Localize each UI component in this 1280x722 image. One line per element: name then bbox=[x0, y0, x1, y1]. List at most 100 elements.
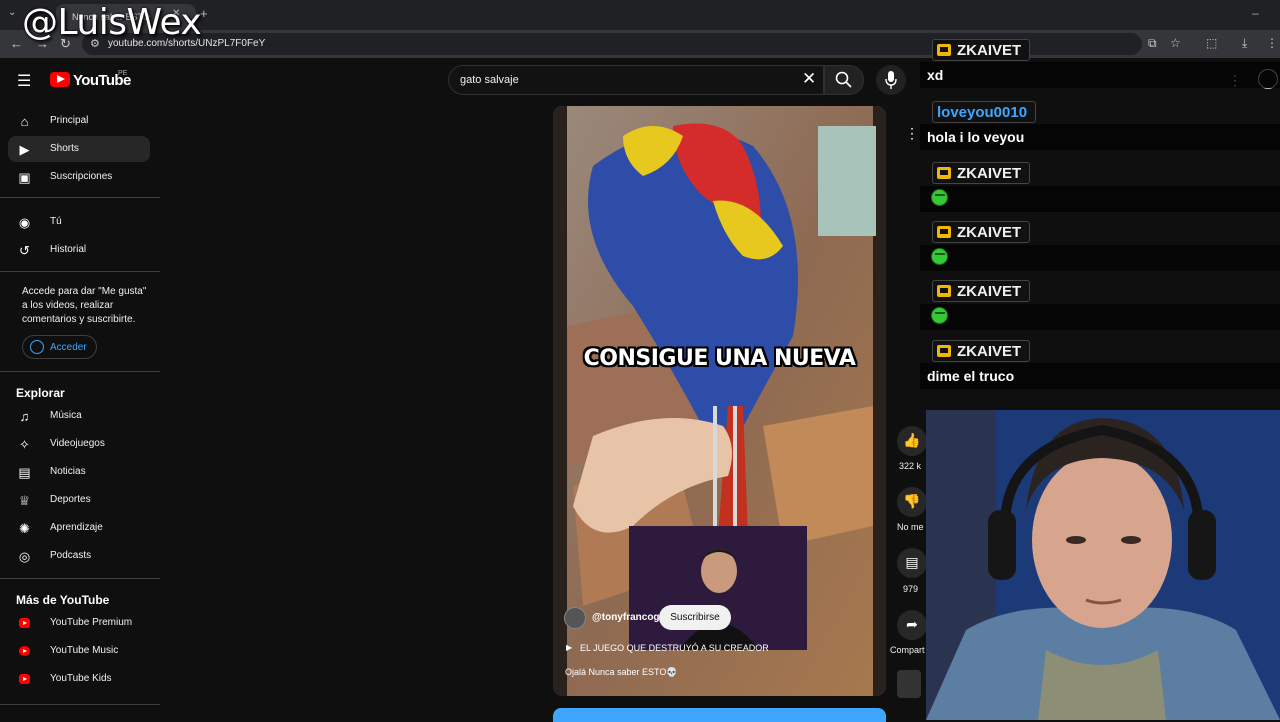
sidebar-item-label: Principal bbox=[50, 115, 89, 126]
chat-message: hola i lo veyou bbox=[927, 129, 1025, 145]
sidebar-divider bbox=[0, 578, 160, 579]
sidebar-item-tu[interactable]: ◉ Tú bbox=[8, 209, 150, 235]
creator-facecam bbox=[629, 526, 807, 650]
crown-icon bbox=[937, 44, 951, 56]
sidebar-item-label: Tú bbox=[50, 216, 62, 227]
streamer-image bbox=[926, 410, 1280, 720]
crown-icon bbox=[937, 285, 951, 297]
youtube-logo-play-icon bbox=[57, 75, 65, 83]
emote-icon bbox=[931, 248, 948, 265]
sidebar-item-suscripciones[interactable]: ▣ Suscripciones bbox=[8, 164, 150, 190]
search-icon bbox=[835, 71, 852, 88]
related-video-link[interactable]: EL JUEGO QUE DESTRUYÓ A SU CREADOR bbox=[580, 643, 769, 653]
like-count: 322 k bbox=[899, 461, 922, 471]
chat-message-row bbox=[920, 186, 1280, 212]
sidebar-item-label: Podcasts bbox=[50, 550, 92, 561]
subscriptions-icon: ▣ bbox=[18, 170, 31, 185]
minimize-icon[interactable]: – bbox=[1252, 6, 1259, 20]
sidebar-divider bbox=[0, 197, 160, 198]
crown-icon bbox=[937, 345, 951, 357]
history-icon: ↺ bbox=[19, 243, 30, 258]
home-icon: ⌂ bbox=[20, 114, 29, 129]
chat-username: ZKAIVET bbox=[932, 162, 1031, 184]
sidebar-item-youtube-kids[interactable]: YouTube Kids bbox=[8, 666, 150, 692]
emote-icon bbox=[931, 189, 948, 206]
explore-heading: Explorar bbox=[16, 386, 65, 400]
news-icon: ▤ bbox=[18, 465, 31, 480]
sidebar-item-youtube-premium[interactable]: YouTube Premium bbox=[8, 610, 150, 636]
chat-message-row bbox=[920, 245, 1280, 271]
music-icon: ♫ bbox=[19, 409, 30, 424]
youtube-kids-icon bbox=[19, 674, 30, 684]
sidebar-item-label: Música bbox=[50, 410, 82, 421]
sidebar-item-videojuegos[interactable]: ✧ Videojuegos bbox=[8, 431, 150, 457]
thumbs-down-icon: 👎 bbox=[903, 493, 921, 509]
share-label: Compart bbox=[890, 645, 925, 655]
thumbs-up-icon: 👍 bbox=[903, 432, 921, 448]
clear-search-icon[interactable]: ✕ bbox=[802, 69, 816, 89]
sidebar-item-label: YouTube Premium bbox=[50, 617, 133, 628]
tab-search-icon[interactable]: ⌄ bbox=[8, 7, 16, 18]
microphone-icon bbox=[885, 71, 897, 89]
sidebar-item-deportes[interactable]: ♕ Deportes bbox=[8, 487, 150, 513]
bookmark-star-icon[interactable]: ☆ bbox=[1170, 36, 1181, 50]
dislike-label: No me bbox=[897, 522, 924, 532]
sidebar-item-label: Aprendizaje bbox=[50, 522, 103, 533]
podcast-icon: ◎ bbox=[18, 549, 31, 564]
short-more-options-icon[interactable]: ⋮ bbox=[905, 125, 919, 142]
sidebar-item-label: Shorts bbox=[50, 143, 79, 154]
sidebar-item-label: Historial bbox=[50, 244, 87, 255]
sidebar-divider bbox=[0, 271, 160, 272]
sidebar-item-musica[interactable]: ♫ Música bbox=[8, 403, 150, 429]
browser-menu-icon[interactable]: ⋮ bbox=[1266, 36, 1278, 50]
hamburger-menu-icon[interactable]: ☰ bbox=[17, 71, 31, 91]
sidebar-item-podcasts[interactable]: ◎ Podcasts bbox=[8, 543, 150, 569]
share-icon: ➦ bbox=[906, 616, 918, 632]
shorts-icon: ▶ bbox=[19, 142, 30, 157]
chat-username: ZKAIVET bbox=[932, 221, 1031, 243]
emote-icon bbox=[931, 307, 948, 324]
search-query[interactable]: gato salvaje bbox=[460, 74, 519, 86]
sidebar-item-label: YouTube Kids bbox=[50, 673, 112, 684]
sidebar-item-aprendizaje[interactable]: ✺ Aprendizaje bbox=[8, 515, 150, 541]
signin-label[interactable]: Acceder bbox=[50, 342, 87, 353]
chat-username: ZKAIVET bbox=[932, 340, 1031, 362]
chat-username: ZKAIVET bbox=[932, 280, 1031, 302]
sidebar-item-label: Videojuegos bbox=[50, 438, 105, 449]
sidebar-item-shorts[interactable]: ▶ Shorts bbox=[8, 136, 150, 162]
video-caption-overlay: CONSIGUE UNA NUEVA bbox=[583, 346, 856, 371]
extensions-icon[interactable]: ⬚ bbox=[1206, 36, 1217, 50]
sidebar-item-label: Noticias bbox=[50, 466, 86, 477]
crown-icon bbox=[937, 226, 951, 238]
youtube-music-icon bbox=[19, 646, 30, 656]
install-app-icon[interactable]: ⧉ bbox=[1148, 36, 1157, 51]
download-icon[interactable]: ⤓ bbox=[1242, 36, 1247, 51]
chat-username: loveyou0010 bbox=[932, 101, 1037, 123]
gaming-icon: ✧ bbox=[19, 437, 30, 452]
streamer-webcam bbox=[926, 410, 1280, 720]
sidebar-item-label: Suscripciones bbox=[50, 171, 113, 182]
sidebar-item-label: YouTube Music bbox=[50, 645, 119, 656]
sidebar-item-historial[interactable]: ↺ Historial bbox=[8, 237, 150, 263]
creator-face-image bbox=[629, 526, 807, 650]
chat-message-row bbox=[920, 304, 1280, 330]
trophy-icon: ♕ bbox=[18, 493, 31, 508]
sidebar-item-youtube-music[interactable]: YouTube Music bbox=[8, 638, 150, 664]
sidebar-item-noticias[interactable]: ▤ Noticias bbox=[8, 459, 150, 485]
subscribe-button[interactable]: Suscribirse bbox=[659, 605, 731, 630]
lightbulb-icon: ✺ bbox=[19, 521, 30, 536]
sidebar-item-principal[interactable]: ⌂ Principal bbox=[8, 108, 150, 134]
chat-message-row bbox=[920, 62, 1280, 88]
country-code: PE bbox=[118, 70, 128, 77]
comment-icon: ▤ bbox=[905, 554, 919, 570]
short-title[interactable]: Ojalá Nunca saber ESTO💀 bbox=[565, 667, 678, 678]
channel-avatar[interactable] bbox=[564, 607, 586, 629]
chat-message: dime el truco bbox=[927, 368, 1015, 384]
chat-message: xd bbox=[927, 67, 944, 83]
audio-thumbnail[interactable] bbox=[897, 670, 921, 698]
account-circle-icon bbox=[30, 340, 44, 354]
youtube-premium-icon bbox=[19, 618, 30, 628]
sidebar-item-label: Deportes bbox=[50, 494, 91, 505]
more-youtube-heading: Más de YouTube bbox=[16, 593, 110, 607]
channel-name[interactable]: @tonyfrancog bbox=[592, 612, 660, 623]
